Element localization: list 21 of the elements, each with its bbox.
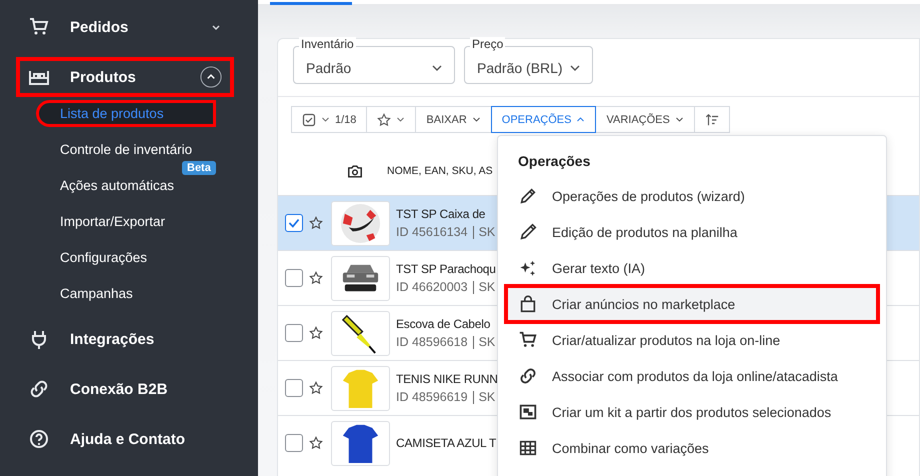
field-value: Padrão [306, 59, 352, 76]
nav-label: Ajuda e Contato [70, 430, 186, 448]
field-value: Padrão (BRL) [477, 59, 564, 76]
product-id: ID 46620003 [396, 280, 468, 294]
nav-label: Conexão B2B [70, 380, 169, 398]
field-label: Inventário [299, 37, 356, 51]
selection-count: 1/18 [335, 114, 356, 126]
nav-label: Integrações [70, 330, 156, 348]
product-id: ID 48596618 [396, 335, 468, 349]
column-header: NOME, EAN, SKU, AS [387, 165, 493, 177]
product-sku: SK [478, 335, 496, 349]
product-id: ID 48596619 [396, 390, 468, 404]
nav-label: Pedidos [70, 18, 130, 36]
nav-label: Produtos [70, 68, 137, 86]
product-sku: SK [478, 225, 496, 239]
product-sku: SK [478, 280, 496, 294]
product-sku: SK [478, 390, 496, 404]
beta-badge: Beta [182, 161, 216, 175]
product-id: ID 45616134 [396, 225, 468, 239]
field-label: Preço [470, 37, 506, 51]
menu-title: Operações [517, 152, 592, 171]
